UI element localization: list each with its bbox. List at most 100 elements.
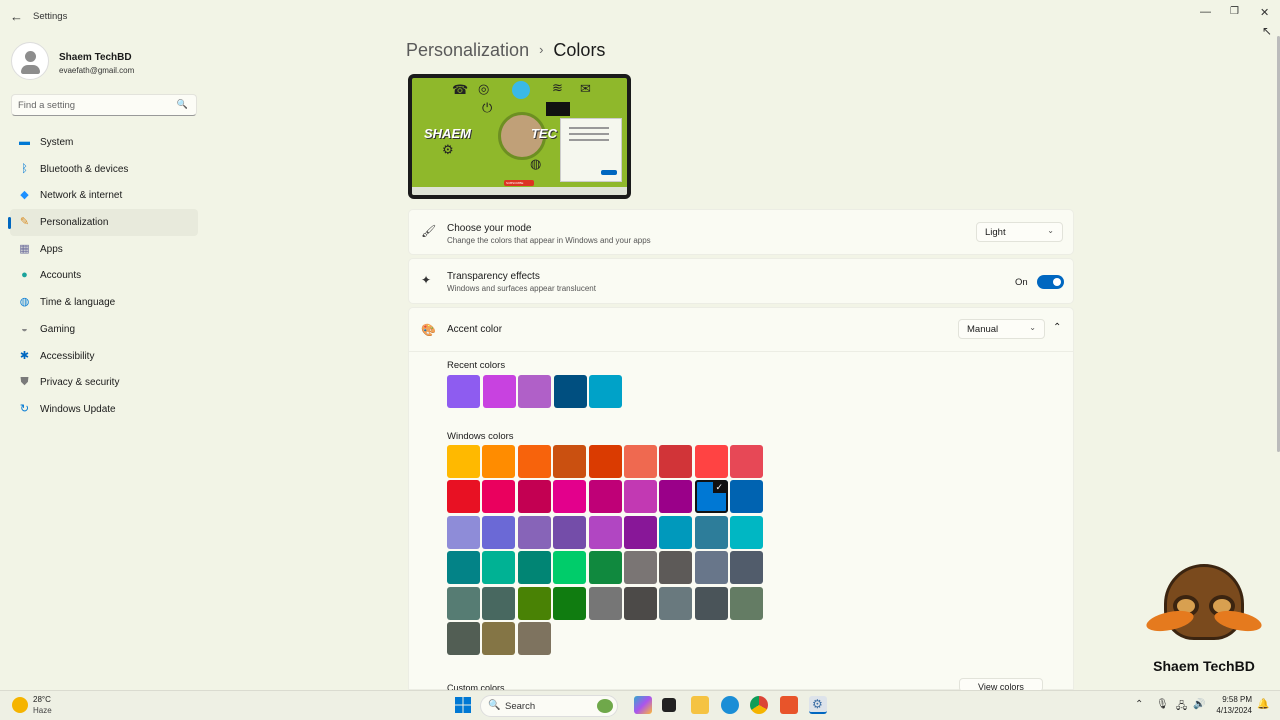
windows-color-swatch[interactable]: [588, 586, 622, 620]
sidebar-item-windows-update[interactable]: ↻ Windows Update: [10, 396, 198, 423]
windows-color-swatch[interactable]: [694, 445, 728, 478]
sidebar-item-privacy-security[interactable]: ⛊ Privacy & security: [10, 369, 198, 396]
windows-color-swatch[interactable]: [517, 551, 551, 585]
file-explorer-icon[interactable]: [691, 696, 709, 714]
start-icon[interactable]: [454, 696, 472, 714]
windows-color-swatch[interactable]: [553, 445, 587, 478]
windows-color-swatch[interactable]: [517, 445, 551, 478]
clock[interactable]: 9:58 PM 4/13/2024: [1214, 694, 1252, 716]
accent-mode-dropdown[interactable]: Manual ⌄: [958, 319, 1045, 339]
windows-color-swatch[interactable]: [624, 445, 657, 478]
windows-color-swatch[interactable]: [482, 586, 516, 620]
sidebar-item-gaming[interactable]: ◒ Gaming: [10, 316, 198, 343]
windows-color-swatch[interactable]: [730, 515, 764, 549]
windows-color-swatch[interactable]: [447, 515, 480, 549]
windows-color-swatch[interactable]: [482, 515, 516, 549]
copilot-icon[interactable]: [634, 696, 652, 714]
back-arrow-icon[interactable]: ←: [10, 9, 23, 24]
sidebar-item-bluetooth-devices[interactable]: ᛒ Bluetooth & devices: [10, 156, 198, 183]
windows-color-swatch[interactable]: [447, 586, 480, 620]
windows-color-swatch[interactable]: [659, 515, 693, 549]
windows-color-swatch[interactable]: [588, 515, 622, 549]
windows-color-swatch[interactable]: [482, 551, 516, 585]
volume-icon[interactable]: 🔊: [1193, 699, 1205, 710]
user-profile[interactable]: Shaem TechBD evaefath@gmail.com: [11, 42, 201, 82]
windows-color-swatch[interactable]: [624, 515, 657, 549]
weather-icon[interactable]: [12, 697, 28, 713]
windows-color-swatch[interactable]: [482, 622, 516, 655]
edge-icon[interactable]: [721, 696, 739, 714]
close-icon[interactable]: ✕: [1260, 6, 1269, 19]
windows-color-swatch[interactable]: [730, 586, 764, 620]
restore-icon[interactable]: ❐: [1230, 6, 1239, 17]
windows-color-swatch[interactable]: [694, 586, 728, 620]
app-icon[interactable]: [780, 696, 798, 714]
windows-color-swatch[interactable]: [517, 586, 551, 620]
mode-dropdown[interactable]: Light ⌄: [976, 222, 1063, 242]
windows-color-swatch[interactable]: [447, 445, 480, 478]
recent-color-swatch[interactable]: [553, 375, 587, 408]
windows-color-swatch[interactable]: [730, 480, 764, 514]
sidebar-item-label: Windows Update: [40, 403, 116, 415]
recent-color-swatch[interactable]: [447, 375, 480, 408]
chevron-up-icon[interactable]: ⌃: [1053, 322, 1061, 333]
weather-temp[interactable]: 28°C: [33, 695, 51, 704]
recent-color-swatch[interactable]: [482, 375, 516, 408]
settings-app-icon[interactable]: ⚙: [809, 696, 827, 714]
breadcrumb-parent[interactable]: Personalization: [406, 40, 529, 60]
windows-color-swatch[interactable]: [517, 480, 551, 514]
windows-color-swatch[interactable]: [694, 551, 728, 585]
taskbar-search[interactable]: 🔍 Search: [480, 695, 618, 717]
weather-desc[interactable]: Haze: [33, 706, 52, 715]
recent-color-swatch[interactable]: [518, 375, 551, 408]
windows-color-swatch[interactable]: [482, 480, 516, 514]
windows-color-swatch[interactable]: [553, 515, 587, 549]
accent-header[interactable]: 🎨 Accent color Manual ⌄ ⌃: [409, 308, 1073, 352]
sidebar-item-accounts[interactable]: ● Accounts: [10, 262, 198, 289]
microphone-icon[interactable]: 🎙: [1156, 699, 1169, 710]
search-input[interactable]: [18, 100, 168, 111]
windows-color-swatch[interactable]: [447, 480, 480, 514]
sidebar-item-personalization[interactable]: ✎ Personalization: [8, 209, 198, 236]
windows-color-swatch[interactable]: [447, 622, 480, 655]
windows-color-swatch[interactable]: [659, 445, 693, 478]
sidebar-item-apps[interactable]: ▦ Apps: [10, 236, 198, 263]
windows-color-swatch[interactable]: [588, 480, 622, 514]
windows-color-swatch[interactable]: [447, 551, 480, 585]
windows-color-swatch[interactable]: [553, 480, 587, 514]
windows-color-swatch[interactable]: [588, 445, 622, 478]
chrome-icon[interactable]: [750, 696, 768, 714]
windows-color-swatch[interactable]: [659, 480, 693, 514]
windows-color-swatch[interactable]: [517, 515, 551, 549]
notification-bell-icon[interactable]: 🔔: [1257, 699, 1269, 710]
chevron-up-icon[interactable]: ⌃: [1135, 699, 1143, 710]
windows-color-swatch[interactable]: [659, 551, 693, 585]
wifi-icon: ◆: [20, 189, 29, 202]
transparency-toggle[interactable]: [1037, 275, 1064, 289]
settings-search-box[interactable]: 🔍: [11, 94, 197, 116]
search-icon[interactable]: 🔍: [177, 99, 188, 110]
sidebar-item-accessibility[interactable]: ✱ Accessibility: [10, 343, 198, 370]
sidebar-item-system[interactable]: ▬ System: [10, 129, 198, 156]
windows-color-swatch[interactable]: [553, 586, 587, 620]
task-view-icon[interactable]: [662, 698, 676, 712]
recent-color-swatch[interactable]: [589, 375, 622, 408]
brush-icon: 🖌: [421, 224, 437, 238]
windows-color-swatch[interactable]: [624, 586, 657, 620]
minimize-icon[interactable]: —: [1200, 6, 1211, 18]
windows-color-swatch[interactable]: [694, 515, 728, 549]
windows-color-swatch[interactable]: [730, 445, 764, 478]
windows-color-swatch[interactable]: [517, 622, 551, 655]
network-icon[interactable]: 🖧: [1176, 699, 1187, 716]
windows-color-swatch[interactable]: [624, 480, 657, 514]
sidebar-item-time-language[interactable]: ◍ Time & language: [10, 289, 198, 316]
windows-color-swatch[interactable]: [659, 586, 693, 620]
windows-color-swatch[interactable]: [553, 551, 587, 585]
sidebar-item-network-internet[interactable]: ◆ Network & internet: [10, 182, 198, 209]
windows-color-swatch[interactable]: [624, 551, 657, 585]
windows-color-swatch[interactable]: [482, 445, 516, 478]
chevron-down-icon: ⌄: [1047, 226, 1054, 235]
windows-color-swatch[interactable]: ✓: [694, 480, 728, 514]
windows-color-swatch[interactable]: [730, 551, 764, 585]
windows-color-swatch[interactable]: [588, 551, 622, 585]
